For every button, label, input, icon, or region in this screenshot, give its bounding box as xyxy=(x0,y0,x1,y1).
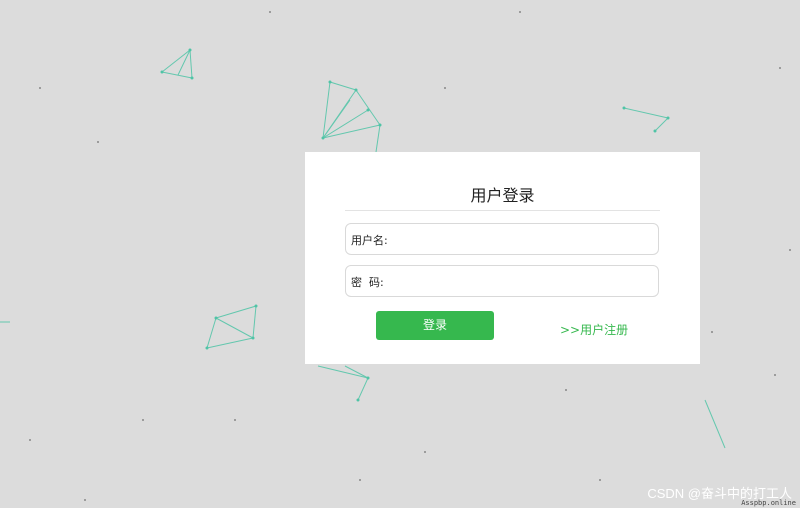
password-input[interactable] xyxy=(402,270,656,294)
username-input[interactable] xyxy=(402,228,656,252)
login-card: 用户登录 用户名: 密 码: 登录 >>用户注册 xyxy=(305,152,700,364)
site-watermark: Asspbp.online xyxy=(741,499,796,507)
password-label: 密 码: xyxy=(351,276,384,289)
password-field[interactable]: 密 码: xyxy=(345,265,659,297)
login-button[interactable]: 登录 xyxy=(376,311,494,340)
login-title: 用户登录 xyxy=(470,186,535,205)
title-divider xyxy=(345,210,660,211)
username-label: 用户名: xyxy=(351,234,388,247)
register-link[interactable]: >>用户注册 xyxy=(560,321,628,338)
username-field[interactable]: 用户名: xyxy=(345,223,659,255)
